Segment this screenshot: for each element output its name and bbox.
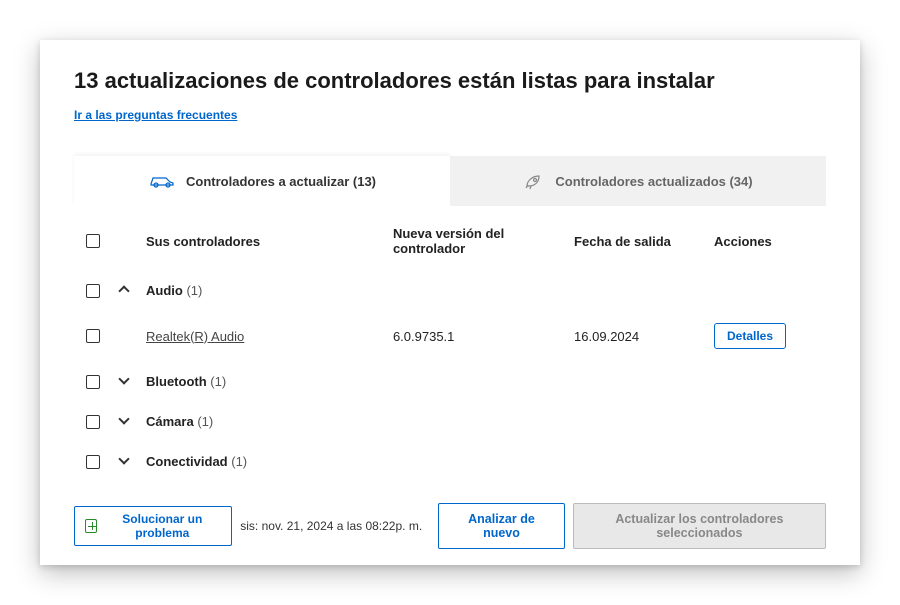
tab-updated-label: Controladores actualizados (34) [555, 174, 752, 189]
group-name: Bluetooth [146, 374, 207, 389]
group-name: Cámara [146, 414, 194, 429]
footer-bar: Solucionar un problema sis: nov. 21, 202… [74, 491, 826, 549]
rescan-button[interactable]: Analizar de nuevo [438, 503, 565, 549]
chevron-down-icon [118, 453, 129, 464]
rocket-icon [523, 172, 545, 190]
driver-checkbox[interactable] [86, 329, 100, 343]
last-scan-info: sis: nov. 21, 2024 a las 08:22p. m. [240, 519, 422, 533]
car-icon [148, 173, 176, 189]
column-name: Sus controladores [146, 234, 393, 249]
chevron-up-icon [118, 285, 129, 296]
details-button[interactable]: Detalles [714, 323, 786, 349]
tab-update-label: Controladores a actualizar (13) [186, 174, 376, 189]
select-all-checkbox[interactable] [86, 234, 100, 248]
group-count: (1) [186, 283, 202, 298]
group-count: (1) [197, 414, 213, 429]
page-title: 13 actualizaciones de controladores está… [74, 68, 826, 94]
driver-row: Realtek(R) Audio 6.0.9735.1 16.09.2024 D… [74, 310, 826, 361]
group-row-bluetooth[interactable]: Bluetooth (1) [74, 361, 826, 401]
group-count: (1) [231, 454, 247, 469]
update-selected-button[interactable]: Actualizar los controladores seleccionad… [573, 503, 826, 549]
driver-version: 6.0.9735.1 [393, 329, 574, 344]
plus-icon [85, 519, 97, 533]
group-name: Conectividad [146, 454, 228, 469]
fix-label: Solucionar un problema [103, 512, 221, 540]
drivers-panel: 13 actualizaciones de controladores está… [40, 40, 860, 565]
chevron-down-icon [118, 413, 129, 424]
fix-problem-button[interactable]: Solucionar un problema [74, 506, 232, 546]
group-row-connectivity[interactable]: Conectividad (1) [74, 441, 826, 481]
group-checkbox[interactable] [86, 375, 100, 389]
faq-link[interactable]: Ir a las preguntas frecuentes [74, 108, 237, 122]
column-version: Nueva versión del controlador [393, 226, 574, 256]
group-row-camera[interactable]: Cámara (1) [74, 401, 826, 441]
group-checkbox[interactable] [86, 415, 100, 429]
column-actions: Acciones [714, 234, 814, 249]
group-row-audio[interactable]: Audio (1) [74, 270, 826, 310]
tabs: Controladores a actualizar (13) Controla… [74, 156, 826, 206]
tab-drivers-updated[interactable]: Controladores actualizados (34) [450, 156, 826, 206]
group-count: (1) [210, 374, 226, 389]
driver-date: 16.09.2024 [574, 329, 714, 344]
group-name: Audio [146, 283, 183, 298]
driver-name-link[interactable]: Realtek(R) Audio [146, 329, 244, 344]
table-header: Sus controladores Nueva versión del cont… [74, 206, 826, 270]
column-date: Fecha de salida [574, 234, 714, 249]
chevron-down-icon [118, 373, 129, 384]
tab-drivers-to-update[interactable]: Controladores a actualizar (13) [74, 156, 450, 206]
group-checkbox[interactable] [86, 455, 100, 469]
group-checkbox[interactable] [86, 284, 100, 298]
